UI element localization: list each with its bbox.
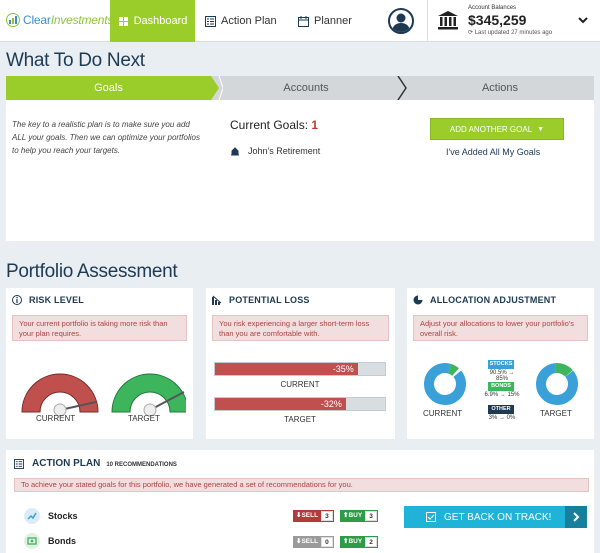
nav-planner-label: Planner bbox=[314, 15, 352, 27]
goal-item-label: John's Retirement bbox=[248, 146, 321, 156]
action-row-label: Stocks bbox=[48, 511, 78, 521]
added-all-goals-link[interactable]: I've Added All My Goals bbox=[446, 147, 540, 157]
allocation-alert: Adjust your allocations to lower your po… bbox=[413, 315, 588, 341]
bonds-tag: BONDS bbox=[488, 382, 514, 391]
other-change: 3% → 0% bbox=[488, 415, 516, 421]
current-goals-count: 1 bbox=[311, 118, 319, 132]
loss-current-fill: -35% bbox=[215, 363, 358, 375]
allocation-target-donut bbox=[536, 363, 578, 405]
loss-current-label: CURRENT bbox=[280, 380, 320, 389]
potential-loss-card: POTENTIAL LOSS You risk experiencing a l… bbox=[206, 288, 395, 439]
bonds-buy-badge[interactable]: ⬆BUY 2 bbox=[340, 536, 378, 548]
steps-bar: Goals Accounts Actions bbox=[6, 76, 594, 100]
action-row-stocks[interactable]: Stocks bbox=[24, 508, 78, 524]
loss-alert: You risk experiencing a larger short-ter… bbox=[212, 315, 389, 341]
risk-current-label: CURRENT bbox=[36, 414, 76, 423]
loss-target-bar: -32% bbox=[214, 397, 386, 411]
nav-planner[interactable]: Planner bbox=[298, 0, 352, 42]
checklist-icon bbox=[426, 512, 436, 522]
action-row-label: Bonds bbox=[48, 536, 76, 546]
info-icon bbox=[12, 295, 22, 305]
what-next-title: What To Do Next bbox=[6, 50, 145, 71]
pie-chart-icon bbox=[413, 295, 423, 305]
risk-level-title: RISK LEVEL bbox=[12, 295, 84, 305]
what-next-card: Goals Accounts Actions The key to a real… bbox=[6, 76, 594, 241]
risk-current-gauge bbox=[21, 373, 99, 417]
steps-body: The key to a realistic plan is to make s… bbox=[6, 100, 594, 241]
nav-dashboard-label: Dashboard bbox=[133, 15, 188, 27]
action-row-bonds[interactable]: Bonds bbox=[24, 533, 76, 549]
chevron-right-icon bbox=[565, 506, 587, 528]
action-plan-alert: To achieve your stated goals for this po… bbox=[14, 478, 589, 492]
logo-text: ClearInvestments bbox=[23, 13, 114, 27]
balance-label: Account Balances bbox=[468, 5, 517, 11]
stocks-buy-badge[interactable]: ⬆BUY 3 bbox=[340, 510, 378, 522]
risk-level-card: RISK LEVEL Your current portfolio is tak… bbox=[6, 288, 193, 439]
logo[interactable]: ClearInvestments bbox=[6, 13, 113, 27]
stocks-sell-count: 3 bbox=[321, 511, 333, 521]
get-back-on-track-label: GET BACK ON TRACK! bbox=[444, 511, 552, 523]
balance-value: $345,259 bbox=[468, 12, 527, 28]
goals-intro-text: The key to a realistic plan is to make s… bbox=[12, 120, 200, 155]
recommendations-count: 10 RECOMMENDATIONS bbox=[106, 462, 177, 468]
stocks-icon bbox=[24, 508, 40, 524]
risk-target-label: TARGET bbox=[128, 414, 160, 423]
allocation-title: ALLOCATION ADJUSTMENT bbox=[413, 295, 556, 305]
loss-target-fill: -32% bbox=[215, 398, 346, 410]
current-goals: Current Goals: 1 bbox=[230, 118, 319, 132]
bonds-icon bbox=[24, 533, 40, 549]
allocation-card: ALLOCATION ADJUSTMENT Adjust your alloca… bbox=[407, 288, 594, 439]
dashboard-icon bbox=[118, 16, 128, 26]
allocation-current-donut bbox=[424, 363, 466, 405]
bonds-sell-badge[interactable]: ⬇SELL 0 bbox=[293, 536, 334, 548]
planner-icon bbox=[298, 15, 309, 27]
allocation-target-label: TARGET bbox=[540, 409, 572, 418]
caret-down-icon: ▼ bbox=[537, 125, 545, 133]
portfolio-assessment-title: Portfolio Assessment bbox=[6, 261, 178, 282]
allocation-current-label: CURRENT bbox=[423, 409, 463, 418]
bar-chart-icon bbox=[212, 295, 222, 305]
balance-updated: ⟳ Last updated 27 minutes ago bbox=[468, 30, 553, 36]
get-back-on-track-button[interactable]: GET BACK ON TRACK! bbox=[404, 506, 587, 528]
add-goal-label: ADD ANOTHER GOAL bbox=[449, 124, 533, 134]
risk-target-gauge bbox=[111, 373, 186, 417]
retirement-icon bbox=[231, 147, 239, 156]
avatar[interactable] bbox=[388, 8, 414, 34]
stocks-tag: STOCKS bbox=[488, 360, 514, 369]
step-goals[interactable]: Goals bbox=[6, 76, 211, 100]
nav-dashboard[interactable]: Dashboard bbox=[110, 0, 195, 42]
step-actions[interactable]: Actions bbox=[406, 76, 594, 100]
risk-gauges bbox=[21, 373, 186, 417]
account-balance-menu[interactable]: Account Balances $345,259 ⟳ Last updated… bbox=[427, 0, 600, 42]
bonds-buy-count: 2 bbox=[365, 537, 377, 547]
bonds-change: 6.9% → 15% bbox=[484, 392, 520, 398]
risk-alert: Your current portfolio is taking more ri… bbox=[12, 315, 187, 341]
goal-item[interactable]: John's Retirement bbox=[230, 146, 320, 156]
stocks-buy-count: 3 bbox=[365, 511, 377, 521]
action-plan-title: ACTION PLAN 10 RECOMMENDATIONS bbox=[14, 458, 177, 469]
nav-action-plan-label: Action Plan bbox=[221, 15, 277, 27]
step-accounts[interactable]: Accounts bbox=[221, 76, 391, 100]
action-plan-card: ACTION PLAN 10 RECOMMENDATIONS To achiev… bbox=[6, 450, 594, 553]
user-icon bbox=[392, 13, 410, 32]
chevron-down-icon bbox=[578, 17, 588, 24]
stocks-change: 90.5% → 85% bbox=[489, 370, 515, 382]
other-tag: OTHER bbox=[488, 405, 514, 414]
loss-target-label: TARGET bbox=[284, 415, 316, 424]
logo-bars-icon bbox=[6, 13, 20, 27]
stocks-sell-badge[interactable]: ⬇SELL 3 bbox=[293, 510, 334, 522]
nav-action-plan[interactable]: Action Plan bbox=[205, 0, 277, 42]
top-bar: ClearInvestments Dashboard Action Plan P… bbox=[0, 0, 600, 42]
potential-loss-title: POTENTIAL LOSS bbox=[212, 295, 310, 305]
action-plan-icon bbox=[205, 15, 216, 27]
bank-icon bbox=[438, 11, 458, 30]
refresh-icon: ⟳ bbox=[468, 30, 475, 36]
loss-current-bar: -35% bbox=[214, 362, 386, 376]
action-plan-icon bbox=[14, 458, 24, 469]
add-goal-button[interactable]: ADD ANOTHER GOAL ▼ bbox=[430, 118, 564, 140]
bonds-sell-count: 0 bbox=[321, 537, 333, 547]
